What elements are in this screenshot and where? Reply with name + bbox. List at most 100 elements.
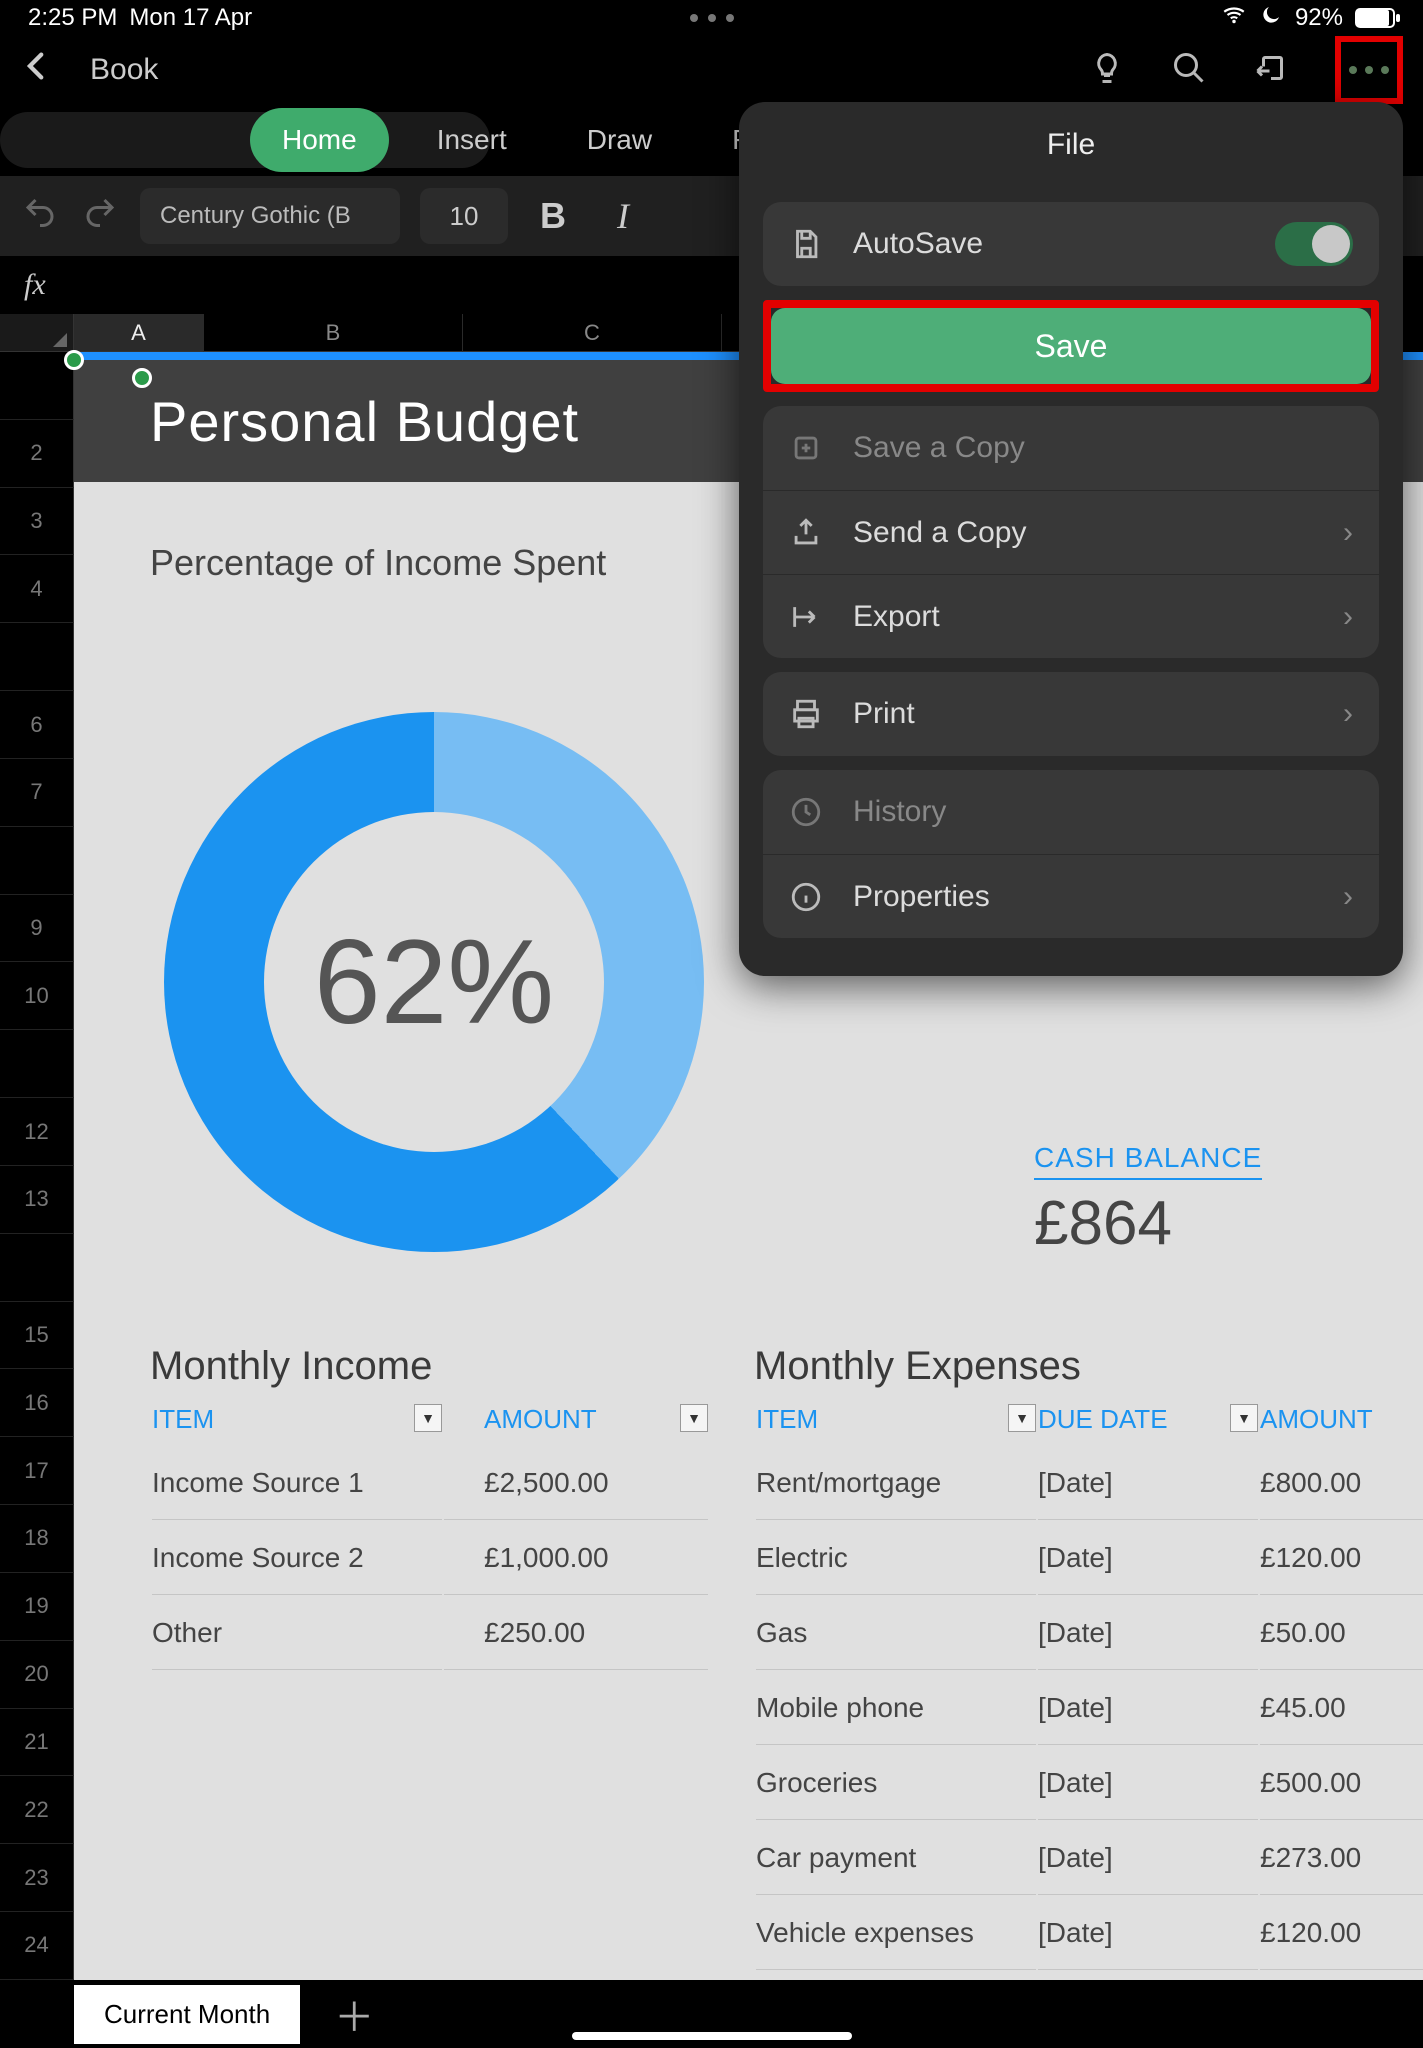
expense-amount: £120.00 [1260, 1897, 1423, 1970]
table-row[interactable]: Vehicle expenses[Date]£120.00 [756, 1897, 1423, 1970]
autosave-icon [789, 227, 823, 261]
table-row[interactable]: Gas[Date]£50.00 [756, 1597, 1423, 1670]
filter-dropdown-icon[interactable]: ▼ [1008, 1404, 1036, 1432]
tab-draw[interactable]: Draw [555, 108, 684, 172]
tab-home[interactable]: Home [250, 108, 389, 172]
search-icon[interactable] [1171, 50, 1207, 91]
autosave-toggle-row[interactable]: AutoSave [763, 202, 1379, 286]
row-number[interactable]: 17 [0, 1437, 74, 1505]
sheet-tab[interactable]: Current Month [74, 1985, 300, 2044]
properties-row[interactable]: Properties › [763, 854, 1379, 938]
row-number[interactable]: 21 [0, 1709, 74, 1777]
table-row[interactable]: Mobile phone[Date]£45.00 [756, 1672, 1423, 1745]
row-number[interactable]: 7 [0, 759, 74, 827]
col-header-c[interactable]: C [463, 314, 722, 352]
selection-handle-tl[interactable] [64, 350, 84, 370]
autosave-toggle[interactable] [1275, 222, 1353, 266]
filter-dropdown-icon[interactable]: ▼ [680, 1404, 708, 1432]
table-row[interactable]: Groceries[Date]£500.00 [756, 1747, 1423, 1820]
col-header-a[interactable]: A [74, 314, 204, 352]
row-number[interactable] [0, 1030, 74, 1098]
table-row[interactable]: Car payment[Date]£273.00 [756, 1822, 1423, 1895]
file-menu-title: File [739, 102, 1403, 188]
donut-percent: 62% [314, 913, 554, 1051]
chevron-right-icon: › [1343, 600, 1353, 634]
expense-due: [Date] [1038, 1447, 1258, 1520]
sheet-subtitle: Percentage of Income Spent [150, 542, 606, 584]
undo-button[interactable] [20, 194, 60, 239]
fx-label: fx [24, 268, 46, 302]
row-number[interactable] [0, 1234, 74, 1302]
dnd-moon-icon [1259, 3, 1283, 34]
more-menu-button[interactable] [1335, 36, 1403, 104]
selection-handle-br[interactable] [132, 368, 152, 388]
status-bar: 2:25 PM Mon 17 Apr 92% [0, 0, 1423, 36]
row-number[interactable]: 24 [0, 1912, 74, 1980]
home-indicator[interactable] [572, 2032, 852, 2040]
expense-due: [Date] [1038, 1522, 1258, 1595]
row-number[interactable]: 6 [0, 691, 74, 759]
row-number[interactable] [0, 827, 74, 895]
expense-amount: £120.00 [1260, 1522, 1423, 1595]
row-number[interactable]: 4 [0, 555, 74, 623]
sheet-title: Personal Budget [150, 389, 579, 454]
export-row[interactable]: Export › [763, 574, 1379, 658]
row-number[interactable]: 19 [0, 1573, 74, 1641]
row-number[interactable]: 20 [0, 1641, 74, 1709]
redo-button[interactable] [80, 194, 120, 239]
expense-item: Electric [756, 1522, 1036, 1595]
row-number[interactable]: 18 [0, 1505, 74, 1573]
col-header-b[interactable]: B [204, 314, 463, 352]
italic-button[interactable]: I [598, 195, 648, 237]
expense-item: Mobile phone [756, 1672, 1036, 1745]
row-number[interactable]: 23 [0, 1844, 74, 1912]
save-highlight: Save [763, 300, 1379, 392]
select-all-cell[interactable] [0, 314, 74, 352]
row-number[interactable]: 12 [0, 1098, 74, 1166]
chevron-right-icon: › [1343, 697, 1353, 731]
chevron-right-icon: › [1343, 516, 1353, 550]
expense-header-item: ITEM ▼ [756, 1394, 1036, 1445]
document-title[interactable]: Book [90, 53, 158, 87]
lightbulb-icon[interactable] [1089, 50, 1125, 91]
history-icon [789, 795, 823, 829]
filter-dropdown-icon[interactable]: ▼ [414, 1404, 442, 1432]
share-icon[interactable] [1253, 50, 1289, 91]
sheet-tab-bar: Current Month ＋ [0, 1980, 1423, 2048]
bold-button[interactable]: B [528, 195, 578, 237]
back-button[interactable] [20, 48, 54, 93]
add-sheet-button[interactable]: ＋ [334, 1985, 374, 2043]
table-row[interactable]: Income Source 1£2,500.00 [152, 1447, 708, 1520]
row-number[interactable]: 3 [0, 488, 74, 556]
row-number[interactable]: 2 [0, 420, 74, 488]
table-row[interactable]: Electric[Date]£120.00 [756, 1522, 1423, 1595]
save-a-copy-row: Save a Copy [763, 406, 1379, 490]
print-icon [789, 697, 823, 731]
row-number[interactable]: 9 [0, 895, 74, 963]
history-row: History [763, 770, 1379, 854]
expense-due: [Date] [1038, 1597, 1258, 1670]
tab-insert[interactable]: Insert [405, 108, 539, 172]
row-number[interactable]: 13 [0, 1166, 74, 1234]
row-number[interactable] [0, 623, 74, 691]
print-row[interactable]: Print › [763, 672, 1379, 756]
row-number[interactable]: 16 [0, 1369, 74, 1437]
expense-item: Rent/mortgage [756, 1447, 1036, 1520]
row-number-gutter[interactable]: 23467910121315161718192021222324 [0, 352, 74, 1980]
row-number[interactable]: 22 [0, 1776, 74, 1844]
battery-icon [1355, 8, 1395, 28]
table-row[interactable]: Income Source 2£1,000.00 [152, 1522, 708, 1595]
income-item: Income Source 1 [152, 1447, 442, 1520]
expense-due: [Date] [1038, 1672, 1258, 1745]
table-row[interactable]: Other£250.00 [152, 1597, 708, 1670]
save-button[interactable]: Save [771, 308, 1371, 384]
filter-dropdown-icon[interactable]: ▼ [1230, 1404, 1258, 1432]
font-family-select[interactable]: Century Gothic (B [140, 188, 400, 244]
font-size-select[interactable]: 10 [420, 188, 508, 244]
send-a-copy-row[interactable]: Send a Copy › [763, 490, 1379, 574]
table-row[interactable]: Rent/mortgage[Date]£800.00 [756, 1447, 1423, 1520]
row-number[interactable]: 15 [0, 1302, 74, 1370]
multitask-dots[interactable] [690, 14, 734, 22]
row-number[interactable] [0, 352, 74, 420]
row-number[interactable]: 10 [0, 962, 74, 1030]
